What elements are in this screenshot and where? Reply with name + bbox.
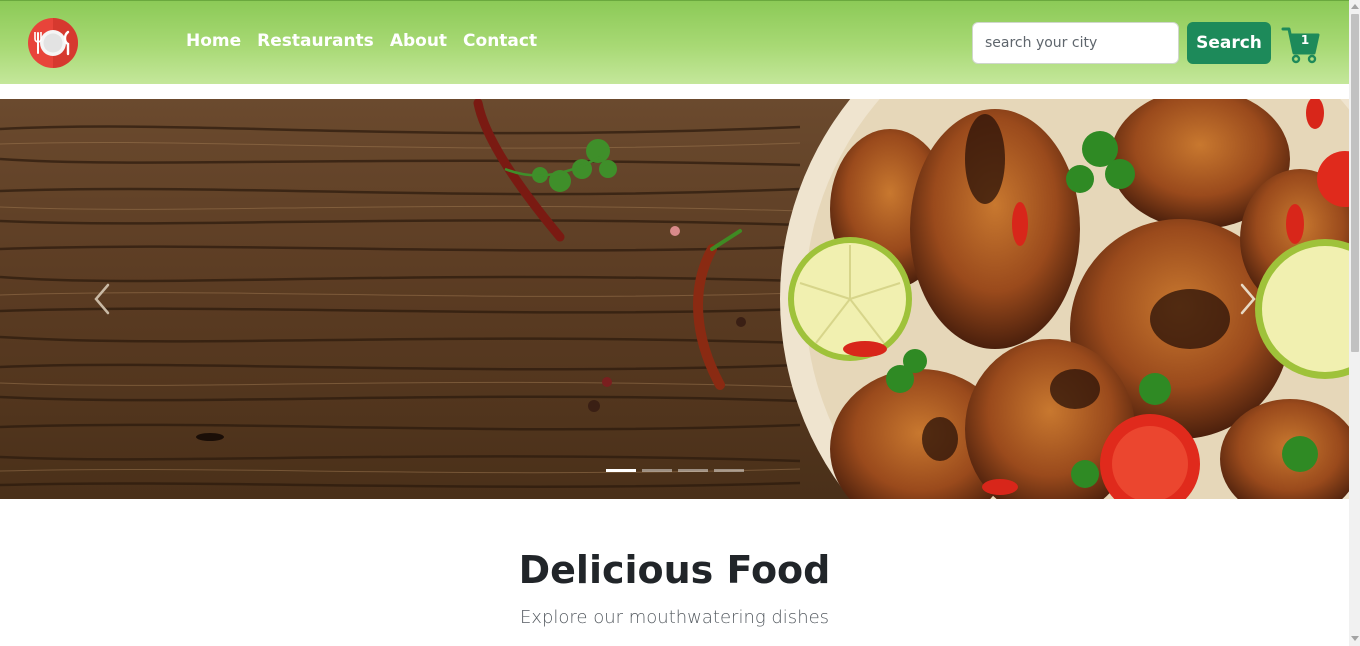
hero-carousel[interactable] — [0, 99, 1349, 499]
search-button[interactable]: Search — [1187, 22, 1271, 64]
chevron-right-icon[interactable] — [1238, 282, 1258, 316]
nav-link-about[interactable]: About — [390, 31, 447, 51]
carousel-indicator-2[interactable] — [642, 469, 672, 472]
cart-count-badge: 1 — [1300, 33, 1310, 47]
section-title: Delicious Food — [518, 548, 831, 592]
chevron-left-icon[interactable] — [92, 282, 112, 316]
nav-links: Home Restaurants About Contact — [186, 31, 553, 51]
carousel-indicator-1[interactable] — [606, 469, 636, 472]
scroll-up-arrow-icon[interactable] — [1351, 4, 1359, 9]
scroll-down-arrow-icon[interactable] — [1351, 636, 1359, 641]
nav-link-contact[interactable]: Contact — [463, 31, 537, 51]
nav-link-restaurants[interactable]: Restaurants — [257, 31, 374, 51]
city-search-input[interactable] — [972, 22, 1179, 64]
nav-link-home[interactable]: Home — [186, 31, 241, 51]
navbar: Home Restaurants About Contact Search — [0, 0, 1349, 84]
scrollbar-thumb[interactable] — [1351, 14, 1359, 352]
carousel-indicator-4[interactable] — [714, 469, 744, 472]
carousel-indicators — [606, 469, 750, 472]
hero-food-image — [0, 99, 1349, 499]
carousel-indicator-3[interactable] — [678, 469, 708, 472]
plate-cutlery-icon[interactable] — [28, 18, 78, 68]
section-subtitle: Explore our mouthwatering dishes — [519, 607, 830, 628]
